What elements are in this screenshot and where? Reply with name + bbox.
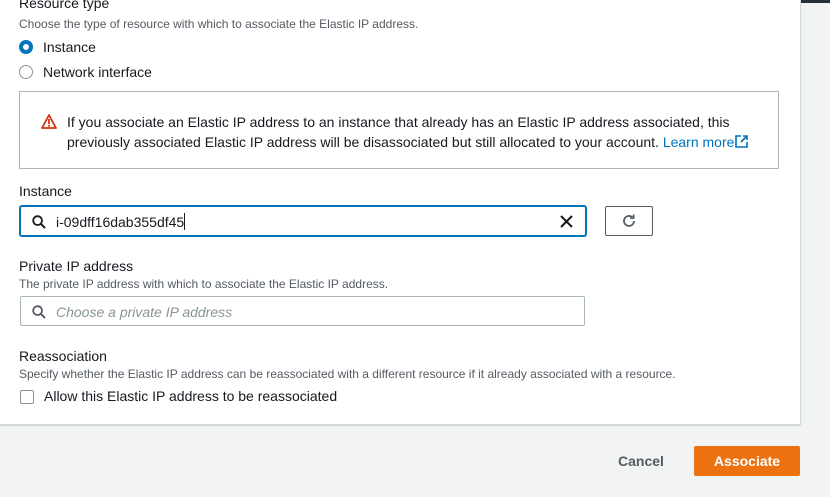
instance-input-value: i-09dff16dab355df45 <box>56 207 186 237</box>
alert-line-1: If you associate an Elastic IP address t… <box>67 114 730 130</box>
private-ip-label: Private IP address <box>19 258 134 274</box>
private-ip-placeholder: Choose a private IP address <box>56 304 233 320</box>
resource-type-description: Choose the type of resource with which t… <box>19 17 419 31</box>
instance-value-text: i-09dff16dab355df45 <box>56 214 185 230</box>
search-icon <box>32 215 46 234</box>
warning-icon <box>41 114 57 134</box>
reassociation-label: Reassociation <box>19 348 107 364</box>
learn-more-link[interactable]: Learn more <box>663 134 749 150</box>
radio-selected-icon <box>19 40 33 54</box>
clear-icon[interactable] <box>560 215 573 233</box>
refresh-icon <box>623 214 635 227</box>
radio-instance[interactable]: Instance <box>19 39 96 55</box>
form-panel: Resource type Choose the type of resourc… <box>0 0 801 425</box>
warning-alert: If you associate an Elastic IP address t… <box>19 91 779 169</box>
cancel-button[interactable]: Cancel <box>605 447 677 475</box>
text-caret <box>184 213 186 230</box>
radio-instance-label: Instance <box>43 39 96 55</box>
refresh-button[interactable] <box>605 206 653 236</box>
reassociation-checkbox[interactable] <box>20 390 34 404</box>
resource-type-heading: Resource type <box>19 0 110 11</box>
alert-message: If you associate an Elastic IP address t… <box>67 112 767 152</box>
reassociation-description: Specify whether the Elastic IP address c… <box>19 367 676 381</box>
learn-more-label: Learn more <box>662 134 735 150</box>
radio-network-interface-label: Network interface <box>43 64 152 80</box>
associate-button[interactable]: Associate <box>694 446 800 476</box>
radio-unselected-icon <box>19 65 33 79</box>
instance-label: Instance <box>19 183 72 199</box>
external-link-icon <box>735 135 749 148</box>
instance-search-input[interactable]: i-09dff16dab355df45 <box>20 206 586 236</box>
reassociation-checkbox-label[interactable]: Allow this Elastic IP address to be reas… <box>44 388 337 404</box>
private-ip-description: The private IP address with which to ass… <box>19 277 389 291</box>
private-ip-select[interactable]: Choose a private IP address <box>20 296 585 326</box>
radio-network-interface[interactable]: Network interface <box>19 64 152 80</box>
search-icon <box>32 305 46 324</box>
alert-line-2: previously associated Elastic IP address… <box>67 134 659 150</box>
